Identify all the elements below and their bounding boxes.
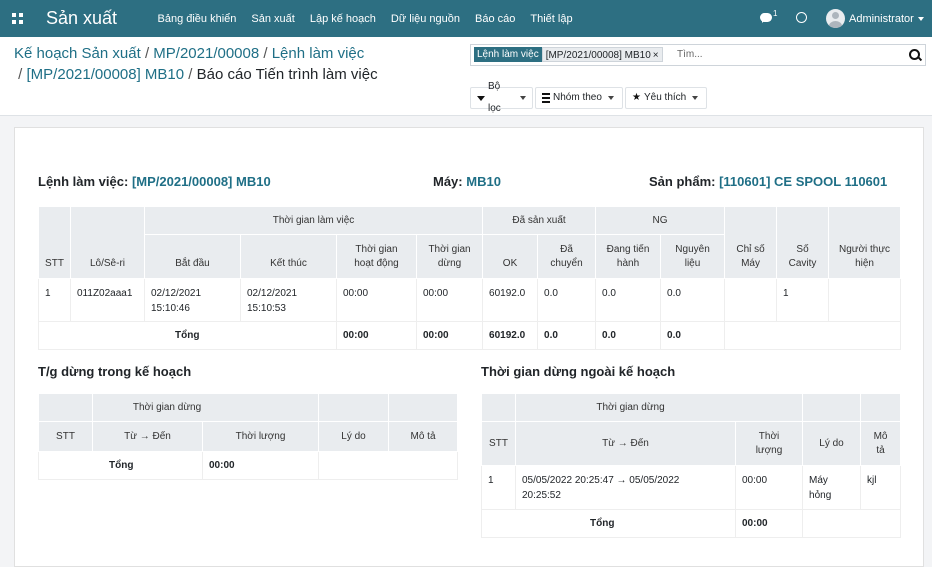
activity-clock-icon[interactable] (796, 12, 807, 23)
breadcrumb-item-workorder[interactable]: [MP/2021/00008] MB10 (27, 66, 185, 83)
unplanned-stop-table: Thời gian dừng STT Từ → Đến Thời lượng Lý… (481, 393, 902, 538)
total-row: Tổng 00:00 00:00 60192.0 0.0 0.0 0.0 (38, 321, 902, 350)
breadcrumb-current: Báo cáo Tiến trình làm việc (196, 66, 378, 83)
col-range: Từ → Đến (515, 421, 736, 466)
search-icon[interactable] (909, 49, 920, 60)
total-row: Tổng 00:00 (481, 509, 902, 538)
list-icon (542, 93, 550, 103)
chevron-down-icon (607, 96, 614, 100)
machine-field: Máy: MB10 (433, 174, 501, 189)
col-material: Nguyên liệu (660, 234, 726, 279)
chevron-down-icon (918, 17, 924, 21)
menu-item-dashboard[interactable]: Bảng điều khiển (150, 13, 244, 25)
col-duration: Thời lượng (201, 421, 320, 452)
col-reason: Lý do (318, 421, 390, 452)
col-machine-counter: Chỉ số Máy (724, 206, 778, 279)
chat-icon[interactable] (760, 13, 772, 23)
menu-item-manufacturing[interactable]: Sản xuất (244, 13, 302, 25)
star-icon: ★ (632, 92, 641, 103)
col-operating-time: Thời gian hoạt động (336, 234, 417, 279)
machine-value: MB10 (466, 174, 501, 189)
col-cavity: Số Cavity (776, 206, 830, 279)
search-facet-label: Lệnh làm việc (474, 47, 542, 62)
col-wip: Đang tiến hành (595, 234, 662, 279)
group-ng: NG (595, 206, 726, 235)
col-stt: STT (38, 421, 93, 452)
main-navbar: Sản xuất Bảng điều khiển Sản xuất Lập kế… (0, 0, 932, 37)
search-facet-value: [MP/2021/00008] MB10 × (541, 47, 663, 62)
group-by-dropdown-button[interactable]: Nhóm theo (535, 87, 623, 109)
group-stop-time: Thời gian dừng (91, 393, 320, 422)
filter-icon (477, 95, 485, 101)
group-produced: Đã sản xuất (482, 206, 597, 235)
main-menu: Bảng điều khiển Sản xuất Lập kế hoạch Dữ… (150, 0, 580, 37)
group-stop-time: Thời gian dừng (514, 393, 804, 422)
breadcrumb-item-production-plan[interactable]: Kế hoạch Sản xuất (14, 45, 141, 62)
col-operator: Người thực hiện (828, 206, 902, 279)
workorder-value: [MP/2021/00008] MB10 (131, 174, 271, 189)
menu-item-planning[interactable]: Lập kế hoạch (302, 13, 383, 25)
chevron-down-icon (692, 96, 699, 100)
planned-stop-title: T/g dừng trong kế hoạch (38, 364, 192, 379)
chat-count-badge: 1 (773, 9, 778, 18)
product-field: Sản phẩm: [110601] CE SPOOL 110601 (649, 174, 888, 189)
search-input[interactable] (677, 47, 897, 62)
col-duration: Thời lượng (734, 421, 804, 466)
chevron-down-icon (520, 96, 526, 100)
group-working-time: Thời gian làm việc (143, 206, 484, 235)
apps-menu-icon[interactable] (12, 13, 23, 24)
planned-stop-table: Thời gian dừng STT Từ → Đến Thời lượng L… (38, 393, 459, 480)
unplanned-stop-title: Thời gian dừng ngoài kế hoạch (481, 364, 676, 379)
col-end: Kết thúc (240, 234, 337, 279)
breadcrumb-item-workorders[interactable]: Lệnh làm việc (272, 45, 365, 62)
menu-item-reporting[interactable]: Báo cáo (468, 13, 523, 25)
col-lot: Lô/Sê-ri (70, 206, 145, 279)
menu-item-master-data[interactable]: Dữ liệu nguồn (383, 13, 467, 25)
breadcrumb: Kế hoạch Sản xuất / MP/2021/00008 / Lệnh… (14, 45, 365, 62)
col-stop-time: Thời gian dừng (415, 234, 484, 279)
search-facet: Lệnh làm việc [MP/2021/00008] MB10 × (474, 47, 663, 62)
filter-dropdown-button[interactable]: Bộ lọc (470, 81, 533, 114)
col-ok: OK (482, 234, 539, 279)
product-value: [110601] CE SPOOL 110601 (719, 174, 888, 189)
work-progress-table: STT Lô/Sê-ri Thời gian làm việc Đã sản x… (38, 206, 902, 350)
col-moved: Đã chuyển (537, 234, 597, 279)
col-range: Từ → Đến (92, 421, 203, 452)
user-avatar[interactable] (826, 9, 845, 28)
col-start: Bắt đầu (144, 234, 241, 279)
table-row: 1 05/05/2022 20:25:47 → 05/05/2022 20:25:… (481, 465, 902, 510)
col-stt: STT (481, 421, 516, 466)
total-row: Tổng 00:00 (38, 451, 459, 480)
user-menu[interactable]: Administrator (849, 13, 914, 25)
col-stt: STT (38, 206, 71, 279)
favorites-dropdown-button[interactable]: ★ Yêu thích (625, 87, 707, 109)
col-description: Mô tả (860, 421, 902, 466)
col-reason: Lý do (802, 421, 862, 466)
col-description: Mô tả (388, 421, 459, 452)
close-icon[interactable]: × (653, 50, 659, 61)
table-row: 1 011Z02aaa1 02/12/2021 15:10:46 02/12/20… (38, 278, 902, 322)
menu-item-configuration[interactable]: Thiết lập (523, 13, 580, 25)
workorder-field: Lệnh làm việc: [MP/2021/00008] MB10 (38, 174, 271, 189)
breadcrumb-line-2: / [MP/2021/00008] MB10 / Báo cáo Tiến tr… (14, 66, 378, 83)
search-bar: Lệnh làm việc [MP/2021/00008] MB10 × (470, 44, 926, 66)
breadcrumb-item-plan-ref[interactable]: MP/2021/00008 (153, 45, 259, 62)
app-title[interactable]: Sản xuất (46, 8, 117, 29)
